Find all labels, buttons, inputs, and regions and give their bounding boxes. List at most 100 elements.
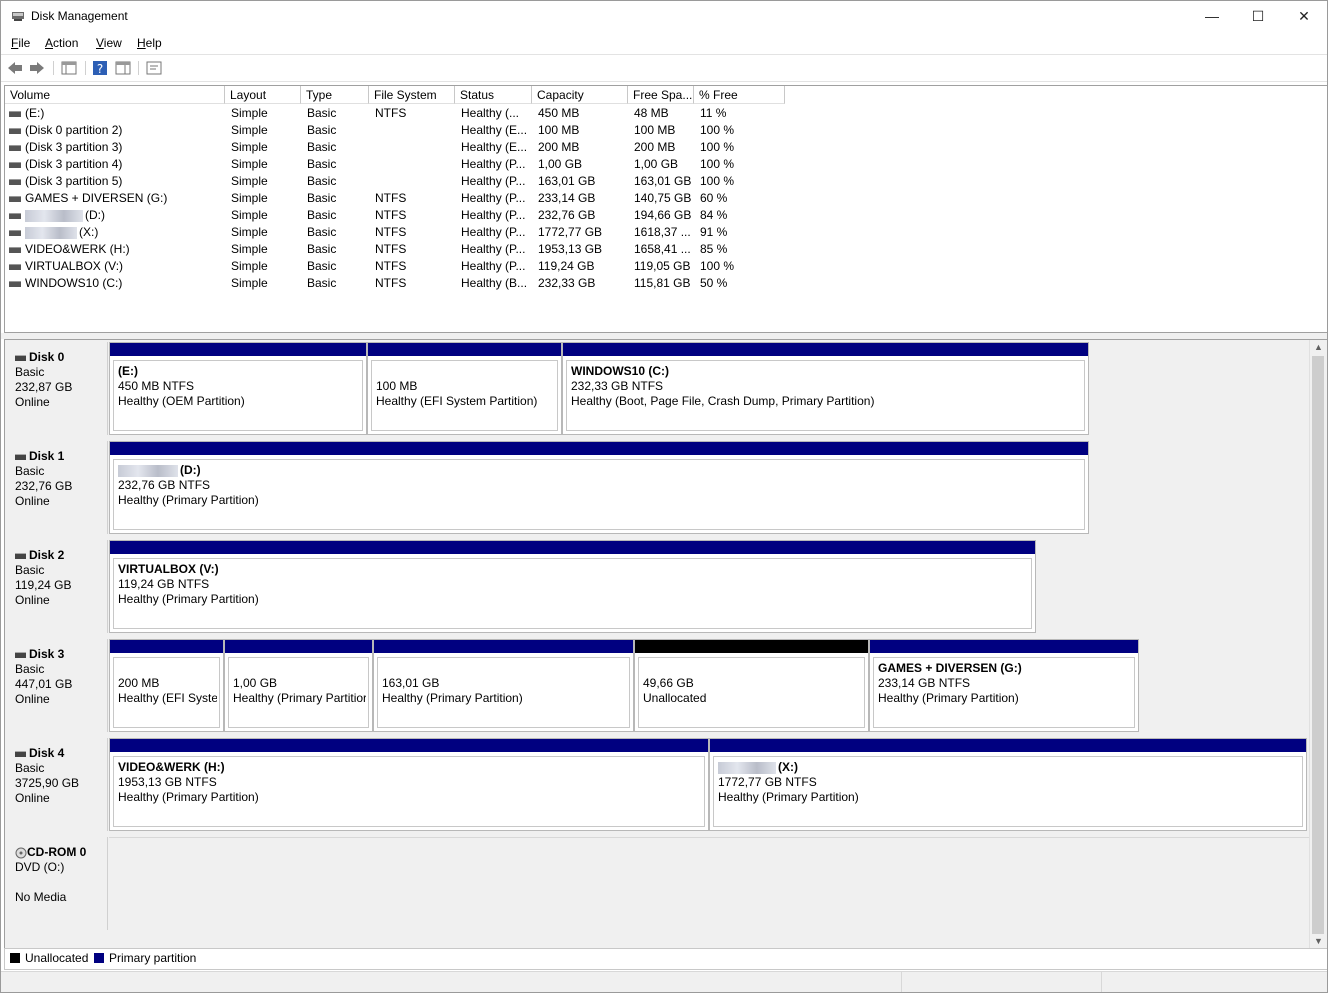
- column-header-volume[interactable]: Volume: [5, 86, 225, 104]
- partition-status: Healthy (EFI Systen: [118, 691, 217, 705]
- volume-cell-fs: NTFS: [375, 242, 407, 256]
- legend-unallocated-swatch: [10, 953, 20, 963]
- maximize-button[interactable]: ☐: [1235, 1, 1281, 31]
- column-header-type[interactable]: Type: [301, 86, 369, 104]
- column-header-free-space[interactable]: Free Spa...: [628, 86, 694, 104]
- menu-view[interactable]: View: [96, 36, 122, 50]
- disk-label[interactable]: Disk 2 Basic 119,24 GB Online: [7, 540, 108, 633]
- disk-label[interactable]: Disk 3 Basic 447,01 GB Online: [7, 639, 108, 732]
- disk-label[interactable]: Disk 0 Basic 232,87 GB Online: [7, 342, 108, 435]
- volume-row[interactable]: (Disk 3 partition 5) Simple Basic Healthy (…: [5, 173, 1327, 190]
- title-bar: Disk Management — ☐ ✕: [1, 1, 1327, 31]
- help-button[interactable]: ?: [91, 59, 109, 77]
- menu-file[interactable]: File: [11, 36, 30, 50]
- partition-block[interactable]: VIDEO&WERK (H:) 1953,13 GB NTFS Healthy (P…: [109, 738, 709, 831]
- volume-cell-type: Basic: [307, 174, 337, 188]
- partition-size: 1953,13 GB NTFS: [118, 775, 217, 789]
- scroll-up-icon[interactable]: ▲: [1310, 340, 1327, 354]
- menu-help[interactable]: Help: [137, 36, 162, 50]
- volume-cell-free: 115,81 GB: [634, 276, 691, 290]
- partition-block[interactable]: VIRTUALBOX (V:) 119,24 GB NTFS Healthy (Pr…: [109, 540, 1036, 633]
- volume-row[interactable]: (Disk 0 partition 2) Simple Basic Healthy (…: [5, 122, 1327, 139]
- volume-cell-name: WINDOWS10 (C:): [25, 276, 123, 290]
- volume-row[interactable]: GAMES + DIVERSEN (G:) Simple Basic NTFS Heal…: [5, 190, 1327, 207]
- partition-title: GAMES + DIVERSEN (G:): [878, 661, 1132, 675]
- close-icon: ✕: [1298, 7, 1310, 24]
- properties-button[interactable]: [145, 59, 163, 77]
- volume-cell-name: (D:): [25, 207, 223, 224]
- cdrom-name: CD-ROM 0: [27, 845, 87, 859]
- disk-name: Disk 1: [29, 449, 65, 463]
- partition-inner: (E:) 450 MB NTFS Healthy (OEM Partition): [113, 360, 363, 431]
- volume-cell-status: Healthy (P...: [461, 191, 526, 205]
- column-header-file-system[interactable]: File System: [369, 86, 455, 104]
- volume-cell-status: Healthy (P...: [461, 225, 526, 239]
- volume-cell-type: Basic: [307, 276, 337, 290]
- scroll-down-icon[interactable]: ▼: [1310, 934, 1327, 948]
- partition-inner: 200 MB Healthy (EFI Systen: [113, 657, 220, 728]
- forward-button[interactable]: [28, 59, 46, 77]
- volume-cell-capacity: 1,00 GB: [538, 157, 583, 171]
- volume-cell-name: (Disk 0 partition 2): [25, 123, 123, 137]
- disk-state: Online: [15, 395, 50, 409]
- scrollbar-thumb[interactable]: [1312, 356, 1324, 934]
- disk-label[interactable]: Disk 4 Basic 3725,90 GB Online: [7, 738, 108, 831]
- minimize-button[interactable]: —: [1189, 1, 1235, 31]
- disk-size: 232,87 GB: [15, 380, 73, 394]
- column-header-status[interactable]: Status: [455, 86, 532, 104]
- volume-cell-capacity: 163,01 GB: [538, 174, 596, 188]
- volume-row[interactable]: WINDOWS10 (C:) Simple Basic NTFS Healthy (B.…: [5, 275, 1327, 292]
- volume-row[interactable]: (Disk 3 partition 4) Simple Basic Healthy (…: [5, 156, 1327, 173]
- volume-cell-name: (Disk 3 partition 5): [25, 174, 123, 188]
- partition-status: Unallocated: [643, 691, 707, 705]
- cdrom-media: No Media: [15, 890, 67, 904]
- partition-block[interactable]: GAMES + DIVERSEN (G:) 233,14 GB NTFS Healt…: [869, 639, 1139, 732]
- column-header-percent-free[interactable]: % Free: [694, 86, 785, 104]
- show-hide-console-tree-button[interactable]: [60, 59, 78, 77]
- partition-block[interactable]: (D:) 232,76 GB NTFS Healthy (Primary Parti…: [109, 441, 1089, 534]
- volume-cell-free: 1618,37 ...: [634, 225, 691, 239]
- disk-management-app-icon: [12, 12, 24, 21]
- partition-status: Healthy (Primary Partitior: [233, 691, 366, 705]
- partition-block[interactable]: 100 MB Healthy (EFI System Partition): [367, 342, 562, 435]
- partition-block[interactable]: (X:) 1772,77 GB NTFS Healthy (Primary Part…: [709, 738, 1307, 831]
- volume-row[interactable]: VIRTUALBOX (V:) Simple Basic NTFS Healthy (P…: [5, 258, 1327, 275]
- disk-icon: [15, 552, 26, 559]
- partition-title-text: (E:): [118, 364, 138, 378]
- partition-block[interactable]: (E:) 450 MB NTFS Healthy (OEM Partition): [109, 342, 367, 435]
- column-header-capacity[interactable]: Capacity: [532, 86, 628, 104]
- partition-size: 163,01 GB: [382, 676, 440, 690]
- graph-vertical-scrollbar[interactable]: ▲ ▼: [1309, 340, 1327, 948]
- unallocated-space[interactable]: 49,66 GB Unallocated: [634, 639, 869, 732]
- volume-row[interactable]: VIDEO&WERK (H:) Simple Basic NTFS Healthy (P…: [5, 241, 1327, 258]
- partition-size: 49,66 GB: [643, 676, 694, 690]
- volume-cell-type: Basic: [307, 123, 337, 137]
- show-hide-action-pane-button[interactable]: [114, 59, 132, 77]
- partition-block[interactable]: 1,00 GB Healthy (Primary Partitior: [224, 639, 373, 732]
- close-button[interactable]: ✕: [1281, 1, 1327, 31]
- partition-block[interactable]: 163,01 GB Healthy (Primary Partition): [373, 639, 634, 732]
- volume-row[interactable]: (D:) Simple Basic NTFS Healthy (P... 232,76 G…: [5, 207, 1327, 224]
- volume-cell-name: (Disk 3 partition 3): [25, 140, 123, 154]
- menu-action[interactable]: Action: [45, 36, 78, 50]
- back-button[interactable]: [6, 59, 24, 77]
- column-header-layout[interactable]: Layout: [225, 86, 301, 104]
- volume-row[interactable]: (Disk 3 partition 3) Simple Basic Healthy (…: [5, 139, 1327, 156]
- disk-row: Disk 0 Basic 232,87 GB Online (E:) 450 MB NTF…: [5, 340, 1309, 437]
- volume-cell-free: 194,66 GB: [634, 208, 692, 222]
- cdrom-label[interactable]: CD-ROM 0 DVD (O:) No Media: [7, 837, 108, 930]
- disk-name: Disk 3: [29, 647, 65, 661]
- legend-unallocated-label: Unallocated: [25, 951, 89, 965]
- partition-size: 450 MB NTFS: [118, 379, 195, 393]
- minimize-icon: —: [1205, 8, 1219, 24]
- volume-row[interactable]: (X:) Simple Basic NTFS Healthy (P... 1772,77 …: [5, 224, 1327, 241]
- partition-block[interactable]: WINDOWS10 (C:) 232,33 GB NTFS Healthy (Boo…: [562, 342, 1089, 435]
- volume-row[interactable]: (E:) Simple Basic NTFS Healthy (... 450 MB 48 …: [5, 105, 1327, 122]
- partition-block[interactable]: 200 MB Healthy (EFI Systen: [109, 639, 224, 732]
- partition-status: Healthy (Primary Partition): [382, 691, 523, 705]
- primary-partition-bar: [110, 739, 708, 752]
- disk-label[interactable]: Disk 1 Basic 232,76 GB Online: [7, 441, 108, 534]
- volume-cell-capacity: 1953,13 GB: [538, 242, 603, 256]
- partition-inner: 1,00 GB Healthy (Primary Partitior: [228, 657, 369, 728]
- volume-cell-fs: NTFS: [375, 106, 407, 120]
